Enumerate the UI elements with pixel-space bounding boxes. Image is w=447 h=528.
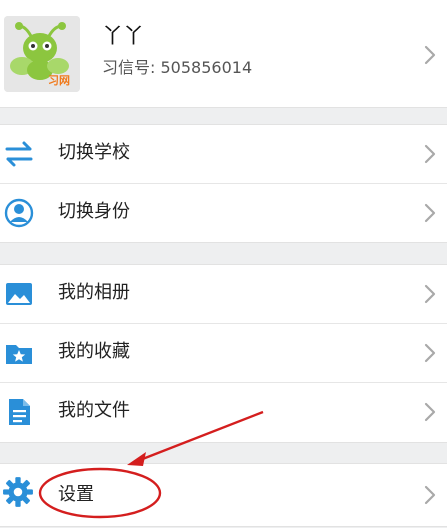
chevron-right-icon bbox=[424, 284, 436, 304]
settings-group: 设置 bbox=[0, 463, 447, 527]
menu-item-label: 我的收藏 bbox=[58, 341, 130, 362]
menu-item-label: 切换身份 bbox=[58, 201, 130, 222]
avatar-logo-text: 习网 bbox=[48, 74, 70, 87]
menu-item-settings[interactable]: 设置 bbox=[0, 464, 447, 522]
menu-item-my-favorites[interactable]: 我的收藏 bbox=[0, 324, 447, 382]
menu-item-switch-school[interactable]: 切换学校 bbox=[0, 125, 447, 183]
swap-arrows-icon bbox=[5, 141, 33, 167]
gear-icon bbox=[3, 477, 33, 507]
menu-item-label: 切换学校 bbox=[58, 142, 130, 163]
chevron-right-icon bbox=[424, 402, 436, 422]
chevron-right-icon bbox=[424, 45, 436, 65]
account-group: 切换学校 切换身份 bbox=[0, 124, 447, 243]
menu-item-my-files[interactable]: 我的文件 bbox=[0, 383, 447, 441]
menu-item-label: 设置 bbox=[58, 484, 94, 505]
profile-id-label: 习信号: bbox=[102, 58, 156, 77]
profile-name: 丫丫 bbox=[102, 24, 144, 48]
document-icon bbox=[9, 399, 30, 425]
menu-item-my-album[interactable]: 我的相册 bbox=[0, 265, 447, 323]
chevron-right-icon bbox=[424, 203, 436, 223]
menu-item-label: 我的文件 bbox=[58, 400, 130, 421]
person-circle-icon bbox=[4, 198, 34, 228]
personal-group: 我的相册 我的收藏 我的文件 bbox=[0, 264, 447, 443]
profile-id-value: 505856014 bbox=[160, 58, 253, 77]
menu-item-label: 我的相册 bbox=[58, 282, 130, 303]
chevron-right-icon bbox=[424, 485, 436, 505]
chevron-right-icon bbox=[424, 144, 436, 164]
avatar: 习网 bbox=[4, 16, 80, 92]
image-icon bbox=[6, 283, 32, 305]
folder-star-icon bbox=[6, 345, 32, 364]
profile-card[interactable]: 习网 丫丫 习信号: 505856014 bbox=[0, 0, 447, 108]
profile-id: 习信号: 505856014 bbox=[102, 56, 252, 80]
chevron-right-icon bbox=[424, 343, 436, 363]
menu-item-switch-identity[interactable]: 切换身份 bbox=[0, 184, 447, 242]
